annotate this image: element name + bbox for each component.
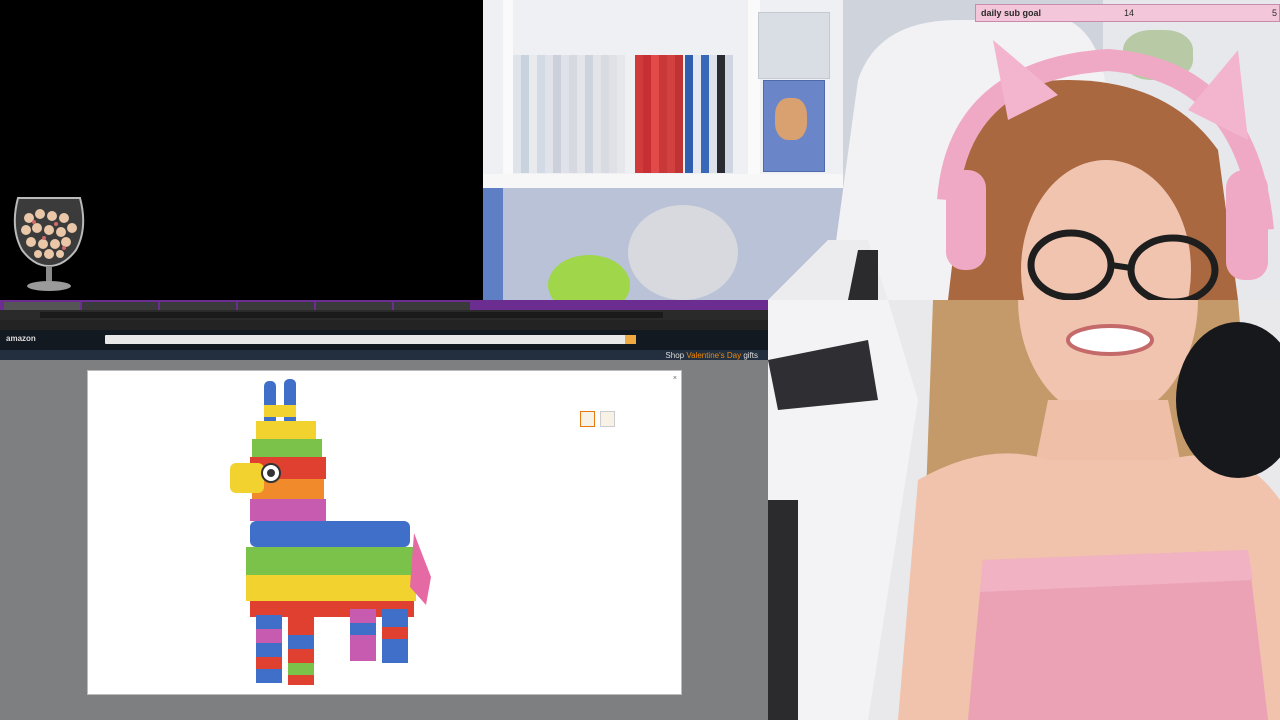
amazon-search-input[interactable] (105, 335, 630, 344)
candy-glass-icon (13, 197, 85, 291)
browser-tab[interactable] (316, 302, 392, 310)
daily-sub-goal-bar: daily sub goal 14 5 (975, 4, 1280, 22)
bookmarks-bar (0, 320, 768, 330)
webcam-lower (768, 300, 1280, 720)
daily-sub-goal-current: 14 (1124, 8, 1135, 18)
url-field[interactable] (40, 312, 663, 318)
browser-capture: amazon Shop Valentine's Day gifts × (0, 300, 768, 720)
browser-tab[interactable] (394, 302, 470, 310)
browser-tab-bar (0, 300, 768, 310)
amazon-logo[interactable]: amazon (6, 334, 36, 343)
black-scene (0, 0, 483, 300)
amazon-nav-bar: Shop Valentine's Day gifts (0, 350, 768, 360)
daily-sub-goal-label: daily sub goal (981, 8, 1042, 18)
webcam-upper (768, 0, 1280, 300)
llama-pinata-image (230, 379, 431, 685)
browser-address-bar (0, 310, 768, 320)
breadcrumb (0, 360, 768, 368)
daily-sub-goal-target: 5 (1271, 8, 1277, 18)
amazon-header: amazon (0, 330, 768, 350)
browser-tab[interactable] (160, 302, 236, 310)
product-image-viewer: × (87, 370, 682, 695)
search-icon[interactable] (625, 335, 636, 344)
thumbnail-2[interactable] (600, 411, 615, 427)
browser-tab[interactable] (238, 302, 314, 310)
close-icon[interactable]: × (673, 375, 677, 382)
gray-plush-icon (628, 205, 738, 300)
amazon-promo[interactable]: Shop Valentine's Day gifts (665, 351, 758, 360)
thumbnail-1[interactable] (580, 411, 595, 427)
browser-tab[interactable] (4, 302, 80, 310)
browser-tab[interactable] (82, 302, 158, 310)
